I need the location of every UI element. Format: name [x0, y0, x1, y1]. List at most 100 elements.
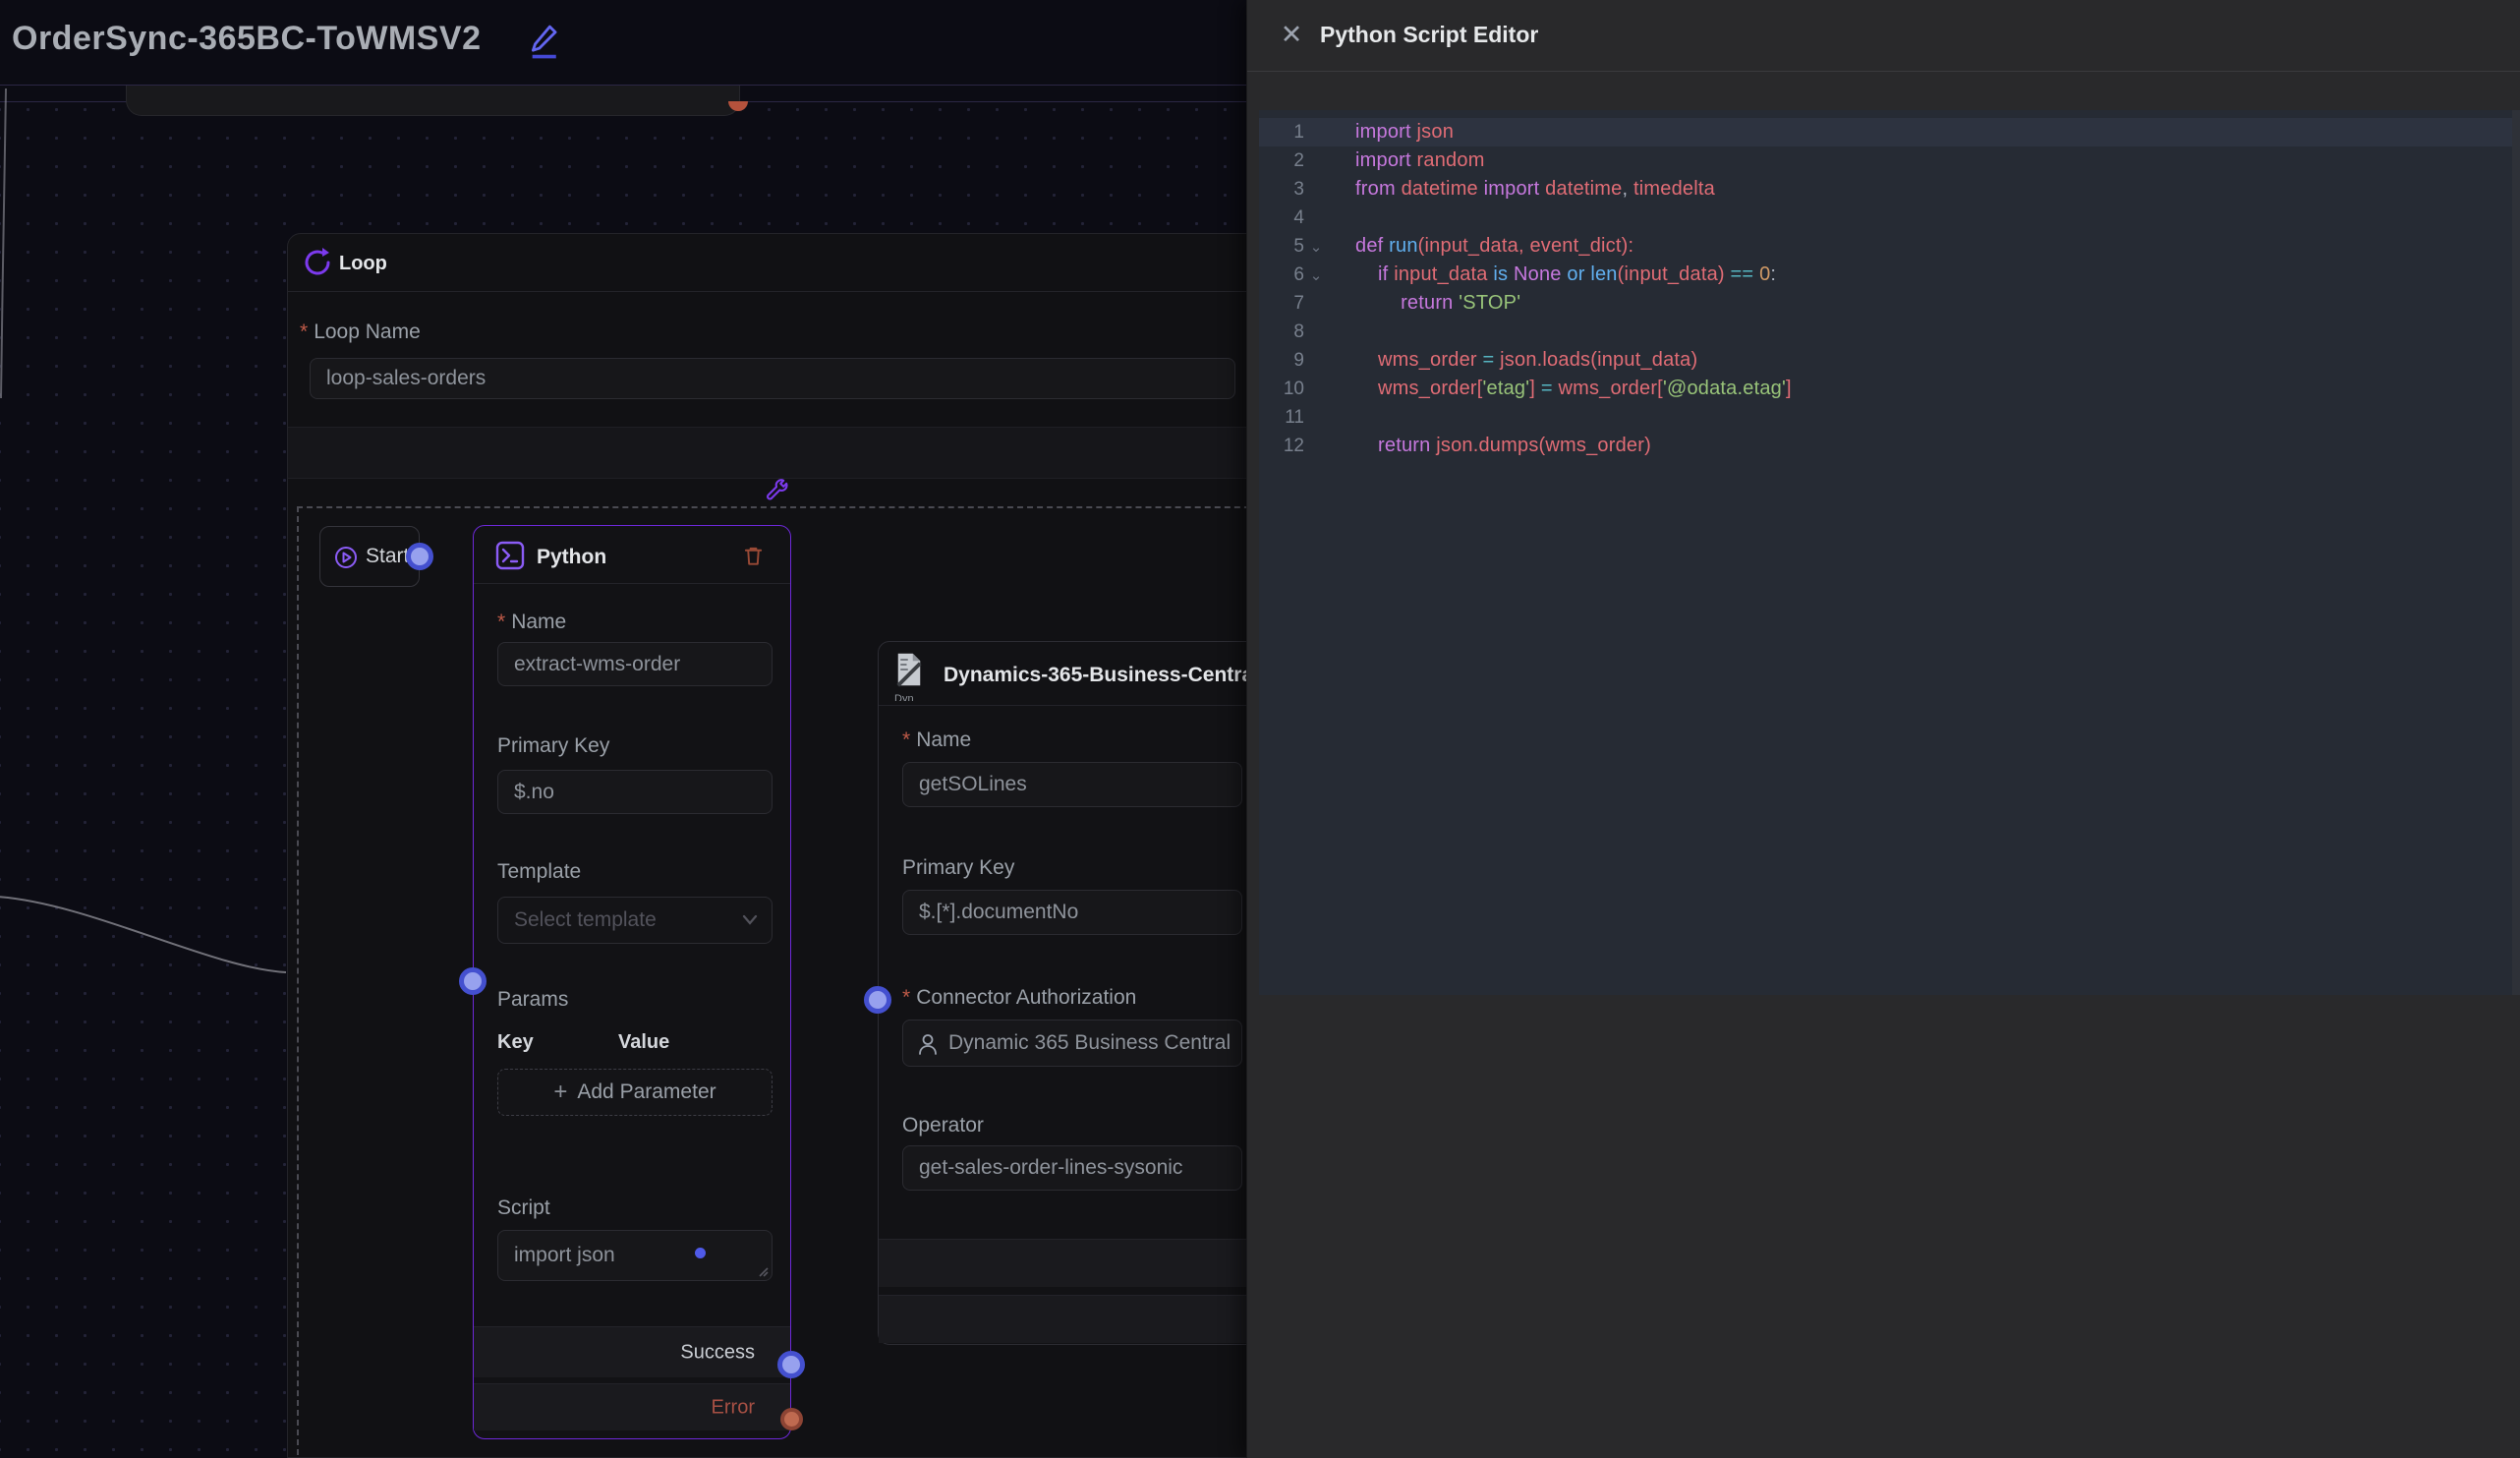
dynamics-success-row: [879, 1239, 1260, 1287]
plus-icon: +: [553, 1079, 567, 1106]
divider: [288, 291, 1257, 292]
code-text: wms_order['etag'] = wms_order['@odata.et…: [1328, 378, 1792, 400]
dynamics-operator-label: Operator: [902, 1114, 984, 1137]
python-node-title: Python: [537, 546, 606, 569]
code-line[interactable]: 3from datetime import datetime, timedelt…: [1259, 175, 2513, 204]
code-text: return 'STOP': [1328, 292, 1520, 315]
params-key-header: Key: [497, 1031, 534, 1054]
dynamics-error-row: [879, 1295, 1260, 1343]
dynamics-name-input[interactable]: [902, 762, 1242, 807]
loop-name-input[interactable]: [310, 358, 1235, 399]
dynamics-365-node[interactable]: Dyn Dynamics-365-Business-Central *Name …: [878, 641, 1261, 1345]
required-marker: *: [300, 321, 308, 343]
python-template-label: Template: [497, 860, 581, 884]
python-input-connector-dot[interactable]: [459, 967, 487, 995]
dynamics-connector-select[interactable]: Dynamic 365 Business Central: [902, 1020, 1242, 1067]
divider: [879, 705, 1260, 706]
code-text: return json.dumps(wms_order): [1328, 435, 1651, 457]
trash-icon[interactable]: [742, 545, 765, 567]
flow-title: OrderSync-365BC-ToWMSV2: [12, 20, 482, 58]
code-line[interactable]: 12 return json.dumps(wms_order): [1259, 432, 2513, 460]
line-number: 11: [1259, 407, 1304, 429]
code-editor[interactable]: 1 import json2import random3from datetime…: [1259, 110, 2513, 995]
loop-name-label: *Loop Name: [300, 321, 421, 344]
required-marker: *: [902, 729, 910, 751]
code-line[interactable]: 9 wms_order = json.loads(input_data): [1259, 346, 2513, 375]
code-text: import json: [1328, 121, 1454, 144]
dynamics-operator-input[interactable]: [902, 1145, 1242, 1191]
app-window: Loop *Loop Name Start: [0, 0, 2520, 1458]
line-number: 9: [1259, 350, 1304, 372]
dynamics-logo-icon: Dyn: [894, 652, 928, 701]
add-parameter-button[interactable]: + Add Parameter: [497, 1069, 773, 1116]
dynamics-connector-label: *Connector Authorization: [902, 986, 1136, 1010]
code-line[interactable]: 6⌄ if input_data is None or len(input_da…: [1259, 261, 2513, 289]
start-node[interactable]: Start: [319, 526, 420, 587]
params-value-header: Value: [618, 1031, 669, 1054]
cut-off-node[interactable]: [126, 85, 740, 116]
loop-icon: [302, 247, 333, 278]
line-number: 5: [1259, 236, 1304, 258]
code-line[interactable]: 5⌄def run(input_data, event_dict):: [1259, 232, 2513, 261]
python-success-row: Success: [474, 1326, 790, 1377]
close-icon[interactable]: ✕: [1277, 20, 1306, 49]
dynamics-primary-key-input[interactable]: [902, 890, 1242, 935]
line-number: 4: [1259, 207, 1304, 229]
dynamics-node-title: Dynamics-365-Business-Central: [944, 664, 1259, 687]
python-script-editor-panel: ✕ Python Script Editor 1 import json2impo…: [1246, 0, 2520, 1458]
python-success-label: Success: [680, 1341, 755, 1364]
code-line[interactable]: 10 wms_order['etag'] = wms_order['@odata…: [1259, 375, 2513, 403]
python-primary-key-label: Primary Key: [497, 734, 609, 758]
code-text: def run(input_data, event_dict):: [1328, 235, 1633, 258]
line-number: 7: [1259, 293, 1304, 315]
python-success-connector-dot[interactable]: [777, 1351, 805, 1378]
edge-offscreen-left: [1, 88, 6, 398]
python-terminal-icon: [495, 541, 525, 570]
start-output-connector-dot[interactable]: [406, 543, 433, 570]
code-line[interactable]: 11: [1259, 403, 2513, 432]
code-line[interactable]: 8: [1259, 318, 2513, 346]
dynamics-connector-value: Dynamic 365 Business Central: [948, 1031, 1231, 1055]
dynamics-primary-key-label: Primary Key: [902, 856, 1014, 880]
resize-grip-icon[interactable]: [757, 1265, 769, 1277]
fold-chevron-icon[interactable]: ⌄: [1304, 238, 1328, 256]
code-text: wms_order = json.loads(input_data): [1328, 349, 1697, 372]
template-select[interactable]: Select template: [497, 897, 773, 944]
python-name-input[interactable]: [497, 642, 773, 686]
required-marker: *: [497, 611, 505, 633]
line-number: 2: [1259, 150, 1304, 172]
python-script-label: Script: [497, 1196, 550, 1220]
script-textarea[interactable]: import json: [497, 1230, 773, 1281]
python-name-label: *Name: [497, 611, 566, 634]
line-number: 12: [1259, 436, 1304, 457]
python-error-label: Error: [712, 1396, 755, 1419]
python-primary-key-input[interactable]: [497, 770, 773, 814]
dynamics-icon-caption: Dyn: [894, 693, 928, 701]
code-text: if input_data is None or len(input_data)…: [1328, 263, 1776, 286]
chevron-down-icon: [742, 914, 758, 926]
required-marker: *: [902, 986, 910, 1009]
code-line[interactable]: 1 import json: [1259, 118, 2513, 146]
line-number: 8: [1259, 321, 1304, 343]
line-number: 1: [1259, 122, 1304, 144]
loop-section-band: [288, 427, 1257, 479]
code-line[interactable]: 4: [1259, 204, 2513, 232]
code-line[interactable]: 7 return 'STOP': [1259, 289, 2513, 318]
template-select-placeholder: Select template: [514, 908, 657, 931]
start-node-label: Start: [366, 545, 409, 568]
fold-chevron-icon[interactable]: ⌄: [1304, 266, 1328, 284]
editor-scrollbar[interactable]: [2512, 110, 2520, 995]
line-number: 6: [1259, 264, 1304, 286]
wrench-icon[interactable]: [763, 478, 790, 505]
editor-title: Python Script Editor: [1320, 22, 1538, 48]
divider: [474, 583, 790, 584]
edit-pencil-icon[interactable]: [527, 22, 560, 61]
python-error-connector-dot[interactable]: [780, 1408, 803, 1430]
dynamics-input-connector-dot[interactable]: [864, 986, 891, 1014]
python-node[interactable]: Python *Name Primary Key Template Select…: [473, 525, 791, 1439]
python-params-label: Params: [497, 988, 568, 1012]
play-icon: [334, 546, 358, 569]
script-text: import json: [514, 1244, 615, 1266]
line-number: 3: [1259, 179, 1304, 201]
code-line[interactable]: 2import random: [1259, 146, 2513, 175]
